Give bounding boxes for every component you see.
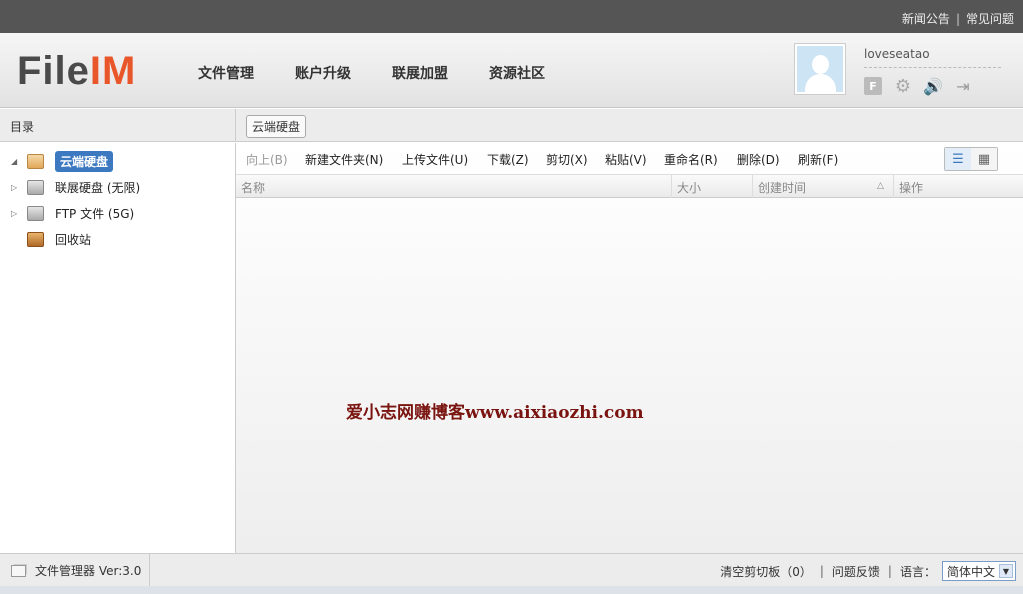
sidebar-item-label: 回收站: [55, 232, 92, 247]
paste-button[interactable]: 粘贴(V): [605, 151, 647, 168]
download-button[interactable]: 下载(Z): [487, 151, 529, 168]
logo-text-file: File: [17, 49, 90, 93]
column-header: 名称 大小 创建时间 △ 操作: [236, 175, 1023, 198]
upload-button[interactable]: 上传文件(U): [402, 151, 468, 168]
column-size[interactable]: 大小: [677, 179, 701, 196]
status-app-info: 文件管理器 Ver:3.0: [0, 554, 150, 587]
sidebar-item-label: FTP 文件 (5G): [55, 206, 135, 221]
list-view-icon[interactable]: ☰: [945, 148, 971, 170]
user-divider: [864, 67, 1001, 68]
gear-icon[interactable]: ⚙: [894, 76, 912, 97]
chevron-down-icon[interactable]: ▼: [999, 564, 1013, 578]
username[interactable]: loveseatao: [864, 47, 930, 61]
language-select[interactable]: 简体中文 ▼: [941, 561, 1016, 581]
top-links: 新闻公告 | 常见问题: [902, 10, 1014, 27]
cut-button[interactable]: 剪切(X): [546, 151, 588, 168]
new-folder-button[interactable]: 新建文件夹(N): [305, 151, 383, 168]
sidebar: ◢ 云端硬盘 ▷ 联展硬盘 (无限) ▷ FTP 文件 (5G) 回收站: [0, 143, 236, 553]
exit-icon[interactable]: ⇥: [954, 77, 972, 96]
avatar-image: [797, 46, 843, 92]
f-icon[interactable]: F: [864, 77, 882, 95]
logo-text-im: IM: [89, 49, 137, 93]
sidebar-item-franchise-drive[interactable]: ▷ 联展硬盘 (无限): [0, 176, 140, 198]
refresh-button[interactable]: 刷新(F): [798, 151, 838, 168]
trash-icon: [27, 231, 44, 247]
faq-link[interactable]: 常见问题: [966, 12, 1014, 26]
nav-account-upgrade[interactable]: 账户升级: [295, 63, 351, 83]
sidebar-item-label: 云端硬盘: [55, 150, 114, 172]
speaker-icon[interactable]: 🔊: [923, 77, 943, 96]
watermark-text: 爱小志网赚博客www.aixiaozhi.com: [346, 403, 644, 423]
column-name[interactable]: 名称: [241, 179, 265, 196]
sidebar-header: 目录: [0, 109, 236, 142]
feedback-link[interactable]: 问题反馈: [832, 563, 880, 580]
status-actions: 清空剪切板（0） | 问题反馈 | 语言： 简体中文 ▼: [720, 561, 1016, 581]
column-divider[interactable]: [893, 175, 894, 198]
tab-cloud-drive[interactable]: 云端硬盘: [246, 115, 307, 138]
avatar[interactable]: [794, 43, 846, 95]
drive-icon: [27, 179, 44, 195]
logo[interactable]: FileIM: [17, 47, 136, 95]
column-divider[interactable]: [752, 175, 753, 198]
main-nav: 文件管理 账户升级 联展加盟 资源社区: [198, 63, 586, 83]
window-icon: [11, 564, 26, 577]
column-divider[interactable]: [671, 175, 672, 198]
grid-view-icon[interactable]: ▦: [971, 148, 997, 170]
column-created[interactable]: 创建时间: [758, 179, 806, 196]
header: FileIM 文件管理 账户升级 联展加盟 资源社区 loveseatao F …: [0, 33, 1023, 108]
language-value: 简体中文: [946, 564, 995, 579]
user-icons: F ⚙ 🔊 ⇥: [864, 76, 972, 97]
language-label: 语言：: [899, 564, 936, 579]
sidebar-item-label: 联展硬盘 (无限): [55, 180, 141, 195]
rename-button[interactable]: 重命名(R): [664, 151, 718, 168]
ftp-drive-icon: [27, 205, 44, 221]
cloud-drive-icon: [27, 153, 44, 169]
top-bar: 新闻公告 | 常见问题: [0, 0, 1023, 33]
sidebar-item-recycle-bin[interactable]: 回收站: [0, 228, 91, 250]
browser-status-strip: [0, 586, 1023, 594]
nav-franchise[interactable]: 联展加盟: [392, 63, 448, 83]
clear-clipboard-link[interactable]: 清空剪切板（0）: [720, 563, 812, 580]
nav-file-management[interactable]: 文件管理: [198, 63, 254, 83]
sidebar-item-ftp[interactable]: ▷ FTP 文件 (5G): [0, 202, 134, 224]
up-button[interactable]: 向上(B): [246, 151, 288, 168]
delete-button[interactable]: 删除(D): [737, 151, 780, 168]
status-bar: 文件管理器 Ver:3.0 清空剪切板（0） | 问题反馈 | 语言： 简体中文…: [0, 553, 1023, 587]
app-version: 文件管理器 Ver:3.0: [35, 564, 142, 578]
sort-asc-icon: △: [877, 181, 884, 191]
status-separator: |: [819, 564, 824, 578]
tab-bar: 云端硬盘: [236, 109, 1023, 142]
file-pane: 向上(B) 新建文件夹(N) 上传文件(U) 下载(Z) 剪切(X) 粘贴(V)…: [236, 143, 1023, 553]
news-link[interactable]: 新闻公告: [902, 12, 950, 26]
sidebar-title: 目录: [10, 120, 35, 134]
chevron-right-icon[interactable]: ▷: [11, 209, 21, 218]
status-separator: |: [887, 564, 892, 578]
sidebar-item-cloud-drive[interactable]: ◢ 云端硬盘: [0, 150, 114, 172]
chevron-right-icon[interactable]: ▷: [11, 183, 21, 192]
column-actions: 操作: [899, 181, 924, 195]
chevron-down-icon[interactable]: ◢: [11, 157, 21, 166]
toolbar: 向上(B) 新建文件夹(N) 上传文件(U) 下载(Z) 剪切(X) 粘贴(V)…: [236, 143, 1023, 175]
top-link-separator: |: [955, 12, 960, 26]
view-switch: ☰ ▦: [944, 147, 998, 171]
nav-resource-community[interactable]: 资源社区: [489, 63, 545, 83]
